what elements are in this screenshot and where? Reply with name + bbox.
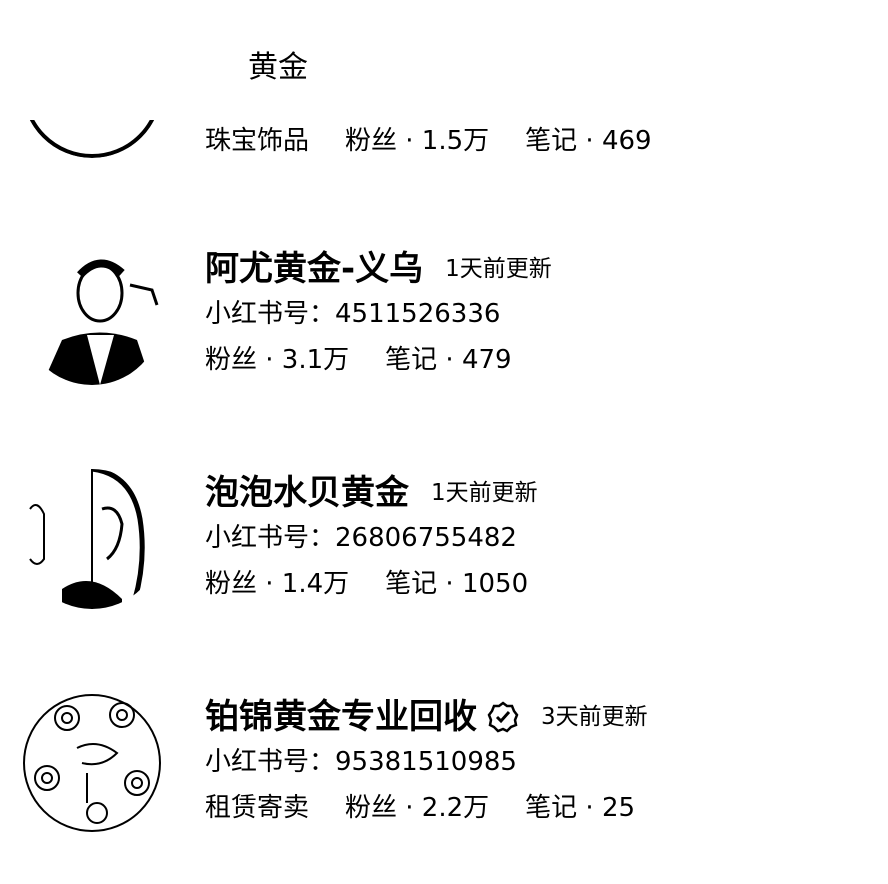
followers-count: 粉丝 · 3.1万 [205, 345, 350, 375]
verified-check-icon [487, 701, 519, 733]
account-id-line: 小红书号：26806755482 [205, 521, 517, 555]
updated-label: 1天前更新 [445, 256, 552, 282]
account-id: 26806755482 [335, 523, 517, 553]
account-id-line: 小红书号：4511526336 [205, 297, 500, 331]
avatar[interactable] [22, 245, 162, 385]
search-header: 黄金 [0, 0, 888, 120]
avatar[interactable] [22, 693, 162, 833]
notes-count: 笔记 · 25 [525, 793, 636, 823]
account-tag: 租赁寄卖 [205, 793, 310, 823]
search-term[interactable]: 黄金 [248, 50, 308, 86]
notes-count: 笔记 · 479 [385, 345, 512, 375]
id-label: 小红书号： [205, 299, 336, 329]
followers-count: 粉丝 · 1.5万 [345, 126, 490, 156]
avatar[interactable] [22, 469, 162, 609]
account-list: 珠宝饰品 粉丝 · 1.5万 笔记 · 469 阿尤黄金-义乌 1天前更新 小红… [0, 0, 888, 884]
followers-count: 粉丝 · 2.2万 [345, 793, 490, 823]
account-name[interactable]: 阿尤黄金-义乌 [205, 247, 423, 291]
stats-line: 粉丝 · 1.4万 笔记 · 1050 [205, 567, 528, 601]
account-id: 4511526336 [335, 299, 501, 329]
id-label: 小红书号： [205, 523, 336, 553]
updated-label: 3天前更新 [541, 704, 648, 730]
account-name[interactable]: 铂锦黄金专业回收 [205, 695, 477, 739]
account-id: 95381510985 [335, 747, 517, 777]
followers-count: 粉丝 · 1.4万 [205, 569, 350, 599]
stats-line: 租赁寄卖 粉丝 · 2.2万 笔记 · 25 [205, 791, 635, 825]
id-label: 小红书号： [205, 747, 336, 777]
account-row[interactable]: 阿尤黄金-义乌 1天前更新 小红书号：4511526336 粉丝 · 3.1万 … [0, 245, 888, 420]
stats-line: 珠宝饰品 粉丝 · 1.5万 笔记 · 469 [205, 124, 652, 158]
account-row[interactable]: 泡泡水贝黄金 1天前更新 小红书号：26806755482 粉丝 · 1.4万 … [0, 469, 888, 644]
stats-line: 粉丝 · 3.1万 笔记 · 479 [205, 343, 512, 377]
account-row[interactable]: 铂锦黄金专业回收 3天前更新 小红书号：95381510985 租赁寄卖 粉丝 … [0, 693, 888, 868]
account-tag: 珠宝饰品 [205, 126, 310, 156]
account-id-line: 小红书号：95381510985 [205, 745, 517, 779]
updated-label: 1天前更新 [431, 480, 538, 506]
notes-count: 笔记 · 469 [525, 126, 652, 156]
account-name[interactable]: 泡泡水贝黄金 [205, 471, 409, 515]
notes-count: 笔记 · 1050 [385, 569, 529, 599]
